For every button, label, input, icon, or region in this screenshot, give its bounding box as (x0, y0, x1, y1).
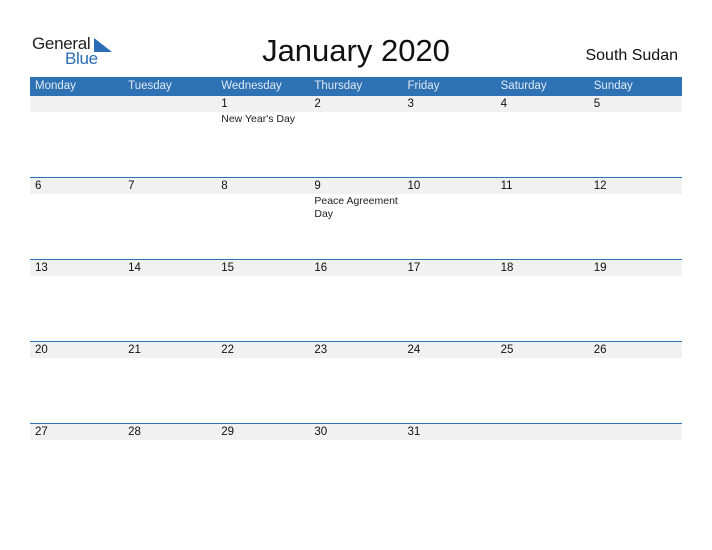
week-row: 13 14 15 16 17 18 19 (30, 259, 682, 341)
holiday-label (496, 440, 589, 441)
holiday-label (30, 194, 123, 221)
day-number: 24 (407, 344, 421, 356)
day-number: 7 (128, 180, 135, 192)
day-number: 2 (314, 98, 321, 110)
day-number (589, 424, 682, 440)
holiday-label (589, 440, 682, 441)
holiday-label (123, 194, 216, 221)
events-row (30, 440, 682, 441)
day-number: 31 (407, 426, 421, 438)
holiday-label (123, 276, 216, 277)
day-number: 29 (221, 426, 235, 438)
holiday-label (589, 276, 682, 277)
holiday-label (216, 440, 309, 441)
weekday-header: Monday Tuesday Wednesday Thursday Friday… (30, 77, 682, 96)
day-number: 18 (500, 262, 514, 274)
day-number: 4 (500, 98, 508, 110)
day-number (30, 96, 123, 112)
day-number: 8 (221, 180, 228, 192)
holiday-label (589, 358, 682, 359)
day-number: 30 (314, 426, 328, 438)
holiday-label (403, 194, 496, 221)
day-number: 10 (407, 180, 421, 192)
week-row: 1 2 3 4 5 New Year's Day (30, 96, 682, 177)
weekday-wednesday: Wednesday (221, 80, 282, 92)
holiday-label (216, 194, 309, 221)
day-number: 23 (314, 344, 328, 356)
holiday-label (403, 112, 496, 126)
holiday-label (30, 276, 123, 277)
holiday-label (216, 358, 309, 359)
holiday-label (30, 440, 123, 441)
day-number-bar: 13 14 15 16 17 18 19 (30, 260, 682, 276)
day-number: 16 (314, 262, 328, 274)
day-number: 19 (593, 262, 607, 274)
day-number: 12 (593, 180, 607, 192)
day-number-bar: 6 7 8 9 10 11 12 (30, 178, 682, 194)
events-row: Peace Agreement Day (30, 194, 682, 221)
holiday-label (309, 440, 402, 441)
day-number: 6 (35, 180, 42, 192)
events-row (30, 358, 682, 359)
calendar-grid: Monday Tuesday Wednesday Thursday Friday… (30, 77, 682, 505)
day-number: 5 (593, 98, 601, 110)
day-number: 26 (593, 344, 607, 356)
week-row: 20 21 22 23 24 25 26 (30, 341, 682, 423)
week-row: 27 28 29 30 31 (30, 423, 682, 505)
holiday-label (589, 112, 682, 126)
weekday-saturday: Saturday (500, 80, 547, 92)
day-number (123, 96, 216, 112)
holiday-label (496, 112, 589, 126)
day-number: 17 (407, 262, 421, 274)
holiday-label: New Year's Day (221, 113, 296, 125)
day-number: 15 (221, 262, 235, 274)
day-number-bar: 1 2 3 4 5 (30, 96, 682, 112)
day-number-bar: 27 28 29 30 31 (30, 424, 682, 440)
day-number: 14 (128, 262, 141, 274)
holiday-label (309, 358, 402, 359)
holiday-label (496, 358, 589, 359)
week-row: 6 7 8 9 10 11 12 Peace Agreement Day (30, 177, 682, 259)
holiday-label: Peace Agreement Day (314, 195, 398, 220)
holiday-label (496, 194, 589, 221)
holiday-label (496, 276, 589, 277)
holiday-label (403, 276, 496, 277)
day-number: 3 (407, 98, 414, 110)
holiday-label (309, 112, 402, 126)
holiday-label (123, 358, 216, 359)
country-label: South Sudan (585, 47, 678, 64)
day-number (496, 424, 589, 440)
weekday-friday: Friday (407, 80, 440, 92)
holiday-label (216, 276, 309, 277)
day-number: 22 (221, 344, 235, 356)
holiday-label (589, 194, 682, 221)
day-number: 21 (128, 344, 141, 356)
holiday-label (30, 112, 123, 126)
day-number: 9 (314, 180, 321, 192)
holiday-label (123, 112, 216, 126)
weekday-monday: Monday (35, 80, 76, 92)
weekday-tuesday: Tuesday (128, 80, 172, 92)
day-number: 27 (35, 426, 48, 438)
holiday-label (403, 440, 496, 441)
day-number: 1 (221, 98, 228, 110)
events-row (30, 276, 682, 277)
events-row: New Year's Day (30, 112, 682, 126)
day-number: 28 (128, 426, 141, 438)
holiday-label (309, 276, 402, 277)
holiday-label (30, 358, 123, 359)
weekday-sunday: Sunday (593, 80, 633, 92)
day-number: 13 (35, 262, 48, 274)
weekday-thursday: Thursday (314, 80, 363, 92)
day-number: 11 (500, 180, 513, 192)
day-number: 25 (500, 344, 514, 356)
day-number-bar: 20 21 22 23 24 25 26 (30, 342, 682, 358)
holiday-label (123, 440, 216, 441)
day-number: 20 (35, 344, 48, 356)
holiday-label (403, 358, 496, 359)
